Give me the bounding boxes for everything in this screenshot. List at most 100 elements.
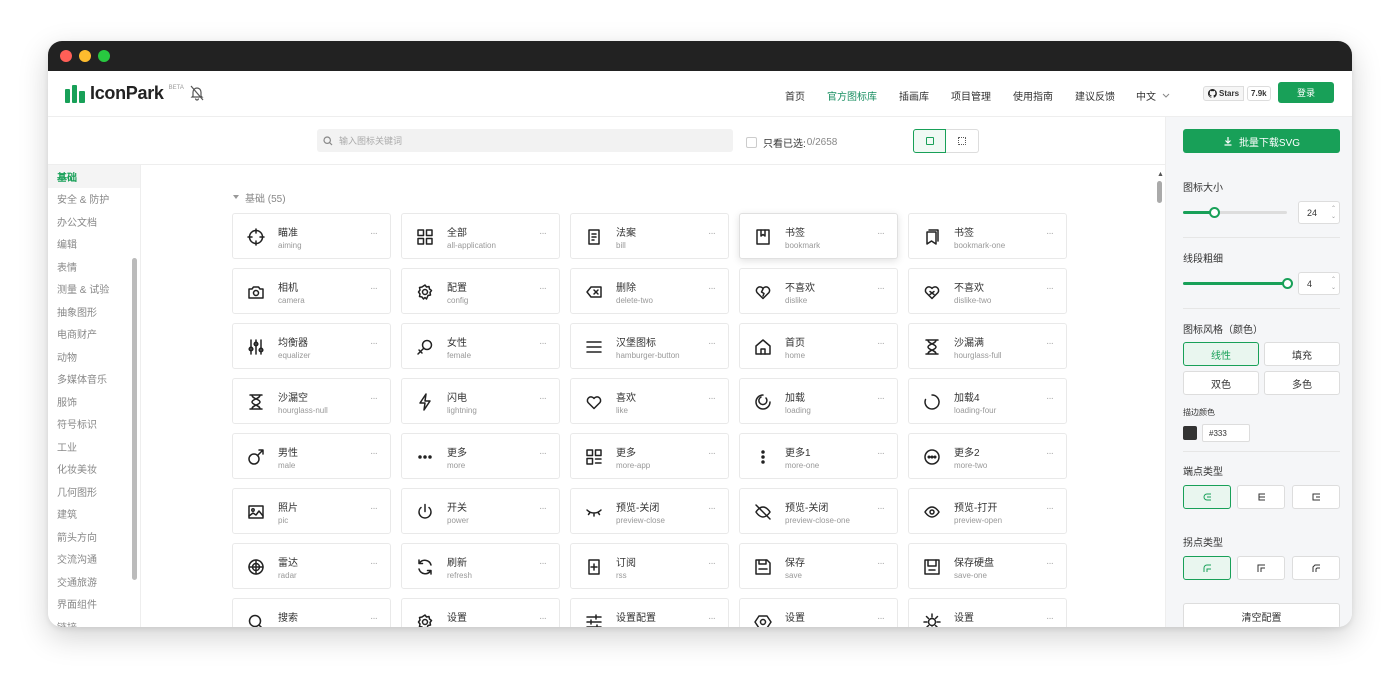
sidebar-category-item[interactable]: 办公文档 bbox=[48, 210, 140, 233]
notification-bell-off-icon[interactable] bbox=[190, 85, 204, 101]
more-options-icon[interactable]: ··· bbox=[708, 613, 716, 624]
maximize-window-dot[interactable] bbox=[98, 50, 110, 62]
stroke-color-swatch[interactable] bbox=[1183, 426, 1197, 440]
sidebar-category-item[interactable]: 符号标识 bbox=[48, 413, 140, 436]
search-input[interactable]: 输入图标关键词 bbox=[317, 129, 733, 152]
more-options-icon[interactable]: ··· bbox=[708, 228, 716, 239]
more-options-icon[interactable]: ··· bbox=[877, 228, 885, 239]
more-options-icon[interactable]: ··· bbox=[877, 503, 885, 514]
icon-card[interactable]: 刷新 refresh ··· bbox=[401, 543, 560, 589]
icon-card[interactable]: 订阅 rss ··· bbox=[570, 543, 729, 589]
sidebar-category-item[interactable]: 编辑 bbox=[48, 233, 140, 256]
more-options-icon[interactable]: ··· bbox=[539, 613, 547, 624]
style-outline-button[interactable]: 线性 bbox=[1183, 342, 1259, 366]
stroke-width-stepper[interactable]: 4 ⌃ ⌄ bbox=[1298, 272, 1340, 295]
logo[interactable]: IconPark BETA bbox=[65, 83, 184, 104]
batch-download-button[interactable]: 批量下载SVG bbox=[1183, 129, 1340, 153]
icon-card[interactable]: 删除 delete-two ··· bbox=[570, 268, 729, 314]
more-options-icon[interactable]: ··· bbox=[370, 338, 378, 349]
icon-card[interactable]: 男性 male ··· bbox=[232, 433, 391, 479]
more-options-icon[interactable]: ··· bbox=[370, 228, 378, 239]
icon-card[interactable]: 设置配置 setting-config ··· bbox=[570, 598, 729, 627]
icon-card[interactable]: 喜欢 like ··· bbox=[570, 378, 729, 424]
style-filled-button[interactable]: 填充 bbox=[1264, 342, 1340, 366]
more-options-icon[interactable]: ··· bbox=[708, 558, 716, 569]
more-options-icon[interactable]: ··· bbox=[708, 448, 716, 459]
linecap-round-button[interactable] bbox=[1183, 485, 1231, 509]
more-options-icon[interactable]: ··· bbox=[708, 503, 716, 514]
size-stepper[interactable]: 24 ⌃ ⌄ bbox=[1298, 201, 1340, 224]
more-options-icon[interactable]: ··· bbox=[370, 503, 378, 514]
icon-card[interactable]: 设置 setting-one ··· bbox=[739, 598, 898, 627]
stepper-arrows-icon[interactable]: ⌃ ⌄ bbox=[1331, 276, 1336, 292]
icon-card[interactable]: 搜索 search ··· bbox=[232, 598, 391, 627]
size-slider[interactable] bbox=[1183, 207, 1287, 218]
icon-card[interactable]: 沙漏空 hourglass-null ··· bbox=[232, 378, 391, 424]
sidebar-category-item[interactable]: 界面组件 bbox=[48, 593, 140, 616]
more-options-icon[interactable]: ··· bbox=[370, 448, 378, 459]
icon-card[interactable]: 照片 pic ··· bbox=[232, 488, 391, 534]
icon-card[interactable]: 更多 more-app ··· bbox=[570, 433, 729, 479]
nav-item-5[interactable]: 建议反馈 bbox=[1075, 88, 1115, 103]
more-options-icon[interactable]: ··· bbox=[539, 558, 547, 569]
icon-card[interactable]: 更多1 more-one ··· bbox=[739, 433, 898, 479]
more-options-icon[interactable]: ··· bbox=[539, 393, 547, 404]
icon-card[interactable]: 女性 female ··· bbox=[401, 323, 560, 369]
icon-card[interactable]: 沙漏满 hourglass-full ··· bbox=[908, 323, 1067, 369]
scroll-up-arrow-icon[interactable]: ▲ bbox=[1157, 171, 1164, 178]
more-options-icon[interactable]: ··· bbox=[539, 338, 547, 349]
icon-card[interactable]: 相机 camera ··· bbox=[232, 268, 391, 314]
style-two-tone-button[interactable]: 双色 bbox=[1183, 371, 1259, 395]
sidebar-category-item[interactable]: 工业 bbox=[48, 435, 140, 458]
more-options-icon[interactable]: ··· bbox=[877, 558, 885, 569]
stroke-width-slider[interactable] bbox=[1183, 278, 1293, 289]
stroke-color-input[interactable]: #333 bbox=[1202, 424, 1250, 442]
sidebar-category-item[interactable]: 交流沟通 bbox=[48, 548, 140, 571]
icon-card[interactable]: 不喜欢 dislike-two ··· bbox=[908, 268, 1067, 314]
more-options-icon[interactable]: ··· bbox=[877, 283, 885, 294]
sidebar-category-item[interactable]: 化妆美妆 bbox=[48, 458, 140, 481]
sidebar-category-item[interactable]: 建筑 bbox=[48, 503, 140, 526]
stepper-arrows-icon[interactable]: ⌃ ⌄ bbox=[1331, 205, 1336, 221]
nav-item-4[interactable]: 使用指南 bbox=[1013, 88, 1053, 103]
icon-card[interactable]: 法案 bill ··· bbox=[570, 213, 729, 259]
more-options-icon[interactable]: ··· bbox=[539, 503, 547, 514]
sidebar-category-item[interactable]: 抽象图形 bbox=[48, 300, 140, 323]
stroke-slider-handle[interactable] bbox=[1282, 278, 1293, 289]
more-options-icon[interactable]: ··· bbox=[1046, 393, 1054, 404]
clear-config-button[interactable]: 清空配置 bbox=[1183, 603, 1340, 627]
sidebar-category-item[interactable]: 交通旅游 bbox=[48, 570, 140, 593]
more-options-icon[interactable]: ··· bbox=[1046, 228, 1054, 239]
more-options-icon[interactable]: ··· bbox=[877, 338, 885, 349]
icon-card[interactable]: 预览-关闭 preview-close-one ··· bbox=[739, 488, 898, 534]
icon-card[interactable]: 加载4 loading-four ··· bbox=[908, 378, 1067, 424]
icon-card[interactable]: 均衡器 equalizer ··· bbox=[232, 323, 391, 369]
sidebar-category-item[interactable]: 基础 bbox=[48, 165, 140, 188]
icon-card[interactable]: 配置 config ··· bbox=[401, 268, 560, 314]
icon-card[interactable]: 保存硬盘 save-one ··· bbox=[908, 543, 1067, 589]
nav-item-3[interactable]: 项目管理 bbox=[951, 88, 991, 103]
icon-card[interactable]: 汉堡图标 hamburger-button ··· bbox=[570, 323, 729, 369]
language-select[interactable]: 中文 bbox=[1136, 88, 1170, 103]
sidebar-category-item[interactable]: 表情 bbox=[48, 255, 140, 278]
style-multi-color-button[interactable]: 多色 bbox=[1264, 371, 1340, 395]
icon-card[interactable]: 全部 all-application ··· bbox=[401, 213, 560, 259]
linejoin-round-button[interactable] bbox=[1183, 556, 1231, 580]
more-options-icon[interactable]: ··· bbox=[370, 393, 378, 404]
grid-view-button[interactable] bbox=[946, 129, 979, 153]
close-window-dot[interactable] bbox=[60, 50, 72, 62]
sidebar-category-item[interactable]: 几何图形 bbox=[48, 480, 140, 503]
sidebar-scrollbar[interactable] bbox=[132, 258, 137, 580]
more-options-icon[interactable]: ··· bbox=[1046, 448, 1054, 459]
icon-card[interactable]: 预览-关闭 preview-close ··· bbox=[570, 488, 729, 534]
sidebar-category-item[interactable]: 动物 bbox=[48, 345, 140, 368]
only-selected-toggle[interactable]: 只看已选: 0/2658 bbox=[746, 135, 837, 150]
more-options-icon[interactable]: ··· bbox=[877, 393, 885, 404]
icon-card[interactable]: 书签 bookmark ··· bbox=[739, 213, 898, 259]
icon-card[interactable]: 设置 setting-two ··· bbox=[908, 598, 1067, 627]
more-options-icon[interactable]: ··· bbox=[1046, 283, 1054, 294]
more-options-icon[interactable]: ··· bbox=[877, 613, 885, 624]
more-options-icon[interactable]: ··· bbox=[370, 283, 378, 294]
icon-card[interactable]: 书签 bookmark-one ··· bbox=[908, 213, 1067, 259]
more-options-icon[interactable]: ··· bbox=[539, 283, 547, 294]
